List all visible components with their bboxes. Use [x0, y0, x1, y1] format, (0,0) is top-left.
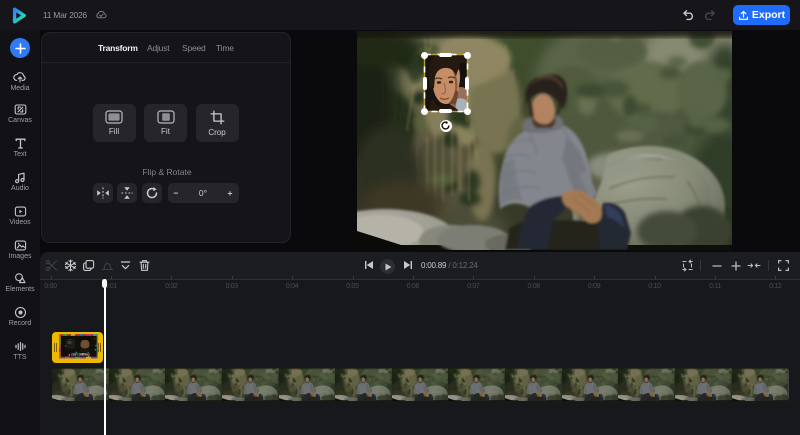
svg-text:♪ start drafting: ♪ start drafting	[68, 353, 89, 357]
